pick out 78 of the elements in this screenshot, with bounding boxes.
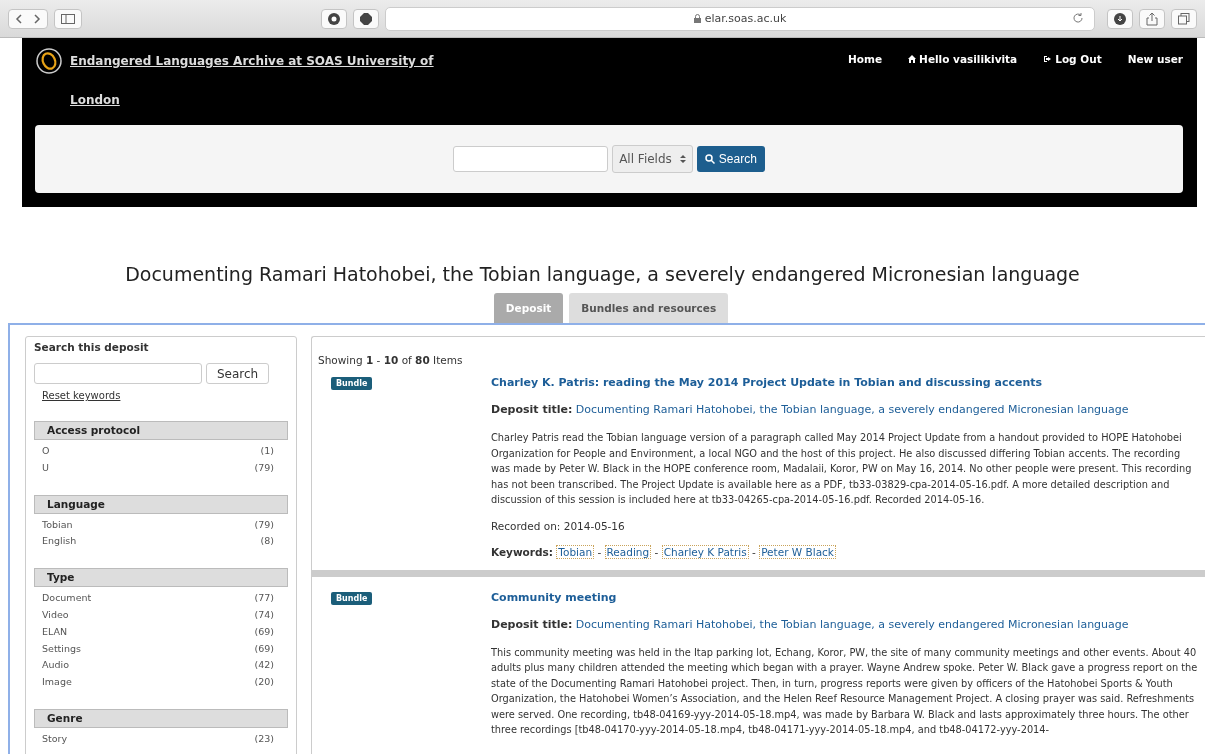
facet-option[interactable]: U: [42, 459, 49, 477]
nav-link[interactable]: Hello vasilikivita: [908, 53, 1018, 65]
home-icon: [908, 55, 917, 63]
facet-option[interactable]: Document: [42, 590, 92, 607]
result-description: This community meeting was held in the Itap parking lot, Echang, Koror, PW, the site of many community meetings and other events. About 40 adults plus many children attended the meeting which began with a prayer. Wayne Andrew spoke. Peter W. Black gave a progress report on the state of the Documenting Ramari Hatohobei project. Then, in turn, progress reports were given by officers of the Hatohobei Sports & Youth Organization, the Hatohobei Women’s Association, and the Helen Reef Resource Management Project. A closing prayer was said. Refreshments were served. One recording, tb48-04169-yyy-2014-05-18.mp4, was made by Barbara W. Black and lasts approximately three hours. The other three recordings [tb48-04170-yyy-2014-05-18.mp4, tb48-04171-yyy-2014-05-18.mp4, and tb48-04172-yyy-2014-: [491, 645, 1199, 737]
facet-count: (8): [260, 534, 274, 549]
facet-option[interactable]: Image: [42, 674, 72, 691]
logout-icon: [1043, 55, 1053, 63]
deposit-label: Deposit title:: [491, 403, 573, 416]
facet-option[interactable]: Audio: [42, 657, 69, 675]
facet-heading: Genre: [34, 708, 288, 728]
field-dropdown[interactable]: All Fields: [612, 145, 693, 173]
sidebar-title: Search this deposit: [34, 341, 150, 353]
search-button[interactable]: Search: [206, 363, 270, 384]
nav-link[interactable]: Log Out: [1043, 53, 1102, 65]
keyword-link[interactable]: Reading: [604, 544, 652, 559]
nav-link[interactable]: New user: [1127, 53, 1183, 65]
keyword-field[interactable]: [34, 363, 202, 384]
facet-option[interactable]: Video: [42, 607, 69, 624]
facet-count: (20): [254, 675, 274, 690]
results-summary: Showing 1 - 10 of 80 Items: [318, 354, 464, 366]
octagon-icon: [360, 12, 372, 25]
separator: -: [752, 545, 756, 558]
facet-heading: Access protocol: [34, 421, 288, 440]
sidebar-button[interactable]: [54, 8, 82, 29]
nav-link[interactable]: Home: [848, 53, 883, 65]
facet-option[interactable]: ELAN: [42, 623, 68, 641]
facet-option[interactable]: Story: [42, 730, 68, 748]
search-field[interactable]: [453, 146, 609, 172]
facet-option[interactable]: English: [42, 533, 77, 551]
tabs-button[interactable]: [1171, 8, 1197, 29]
keywords-label: Keywords:: [491, 545, 553, 558]
download-icon: [1114, 12, 1126, 25]
share-icon: [1146, 11, 1158, 26]
facet-option[interactable]: Settings: [42, 640, 81, 658]
extension-button[interactable]: [321, 8, 347, 29]
facet-heading: Type: [34, 568, 288, 588]
ring-icon: [328, 12, 340, 25]
facet-count: (69): [254, 641, 274, 656]
reset-link[interactable]: Reset keywords: [42, 390, 121, 401]
facet-option[interactable]: O: [42, 443, 50, 460]
address-bar[interactable]: elar.soas.ac.uk: [385, 6, 1095, 31]
search-icon: [704, 154, 715, 164]
keyword-link[interactable]: Charley K Patris: [661, 544, 749, 559]
facet-count: (79): [254, 517, 274, 532]
site-title-link[interactable]: Endangered Languages Archive at SOAS University of London: [70, 42, 470, 120]
tabs-icon: [1178, 12, 1190, 25]
deposit-link[interactable]: Documenting Ramari Hatohobei, the Tobian language, a severely endangered Micronesian language: [575, 617, 1129, 631]
facet-count: (42): [254, 658, 274, 673]
adblock-button[interactable]: [353, 8, 379, 29]
deposit-label: Deposit title:: [491, 617, 573, 631]
facet-heading: Language: [34, 494, 288, 514]
facet-option[interactable]: Tobian: [42, 516, 73, 534]
search-button[interactable]: Search: [696, 146, 765, 172]
updown-icon: [679, 154, 686, 164]
facet-count: (23): [254, 731, 274, 746]
deposit-link[interactable]: Documenting Ramari Hatohobei, the Tobian language, a severely endangered Micronesian language: [575, 403, 1129, 416]
facet-count: (69): [254, 624, 274, 639]
separator: -: [654, 545, 659, 558]
chevrons-icon: [15, 13, 41, 24]
result-description: Charley Patris read the Tobian language version of a paragraph called May 2014 Project Update from a handout provided to HOPE Hatohobei Organization for People and Environment, a local NGO and the host of this project. He also discussed differing Tobian accents. The recording was made by Peter W. Black in the HOPE conference room, Madalaii, Koror, PW on May 16, 2014. No other people were present. This recording has not been transcribed. The Project Update is available here as a PDF, tb33-03829-cpa-2014-05-16.pdf. A more detailed description and discussion of this session is included here at tb33-04265-cpa-2014-05-16.pdf. Recorded 2014-05-16.: [491, 431, 1193, 507]
tab[interactable]: Bundles and resources: [569, 293, 729, 323]
result-title-link[interactable]: Community meeting: [491, 590, 1199, 604]
type-badge: Bundle: [331, 377, 373, 390]
keyword-link[interactable]: Tobian: [556, 544, 595, 559]
keyword-link[interactable]: Peter W Black: [759, 544, 836, 559]
result-title-link[interactable]: Charley K. Patris: reading the May 2014 Project Update in Tobian and discussing accents: [491, 376, 1199, 389]
type-badge: Bundle: [331, 591, 373, 605]
facet-count: (74): [254, 608, 274, 622]
facet-count: (79): [254, 460, 274, 475]
separator: -: [597, 545, 602, 558]
page-title: Documenting Ramari Hatohobei, the Tobian language, a severely endangered Micronesian language: [124, 263, 1081, 285]
download-button[interactable]: [1107, 8, 1133, 29]
sidebar-icon: [61, 13, 75, 24]
logo-icon: [36, 48, 62, 74]
facet-count: (1): [260, 444, 274, 458]
facet-count: (77): [254, 591, 274, 606]
recorded-date: Recorded on: 2014-05-16: [491, 519, 626, 532]
